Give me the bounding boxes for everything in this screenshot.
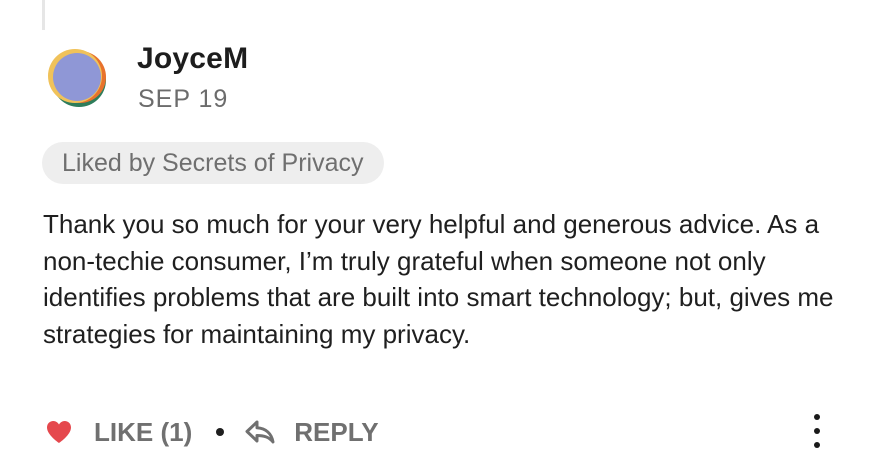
separator-dot: [216, 428, 225, 436]
liked-by-label: Liked by Secrets of Privacy: [62, 148, 364, 177]
like-label: LIKE (1): [94, 416, 193, 447]
liked-by-badge: Liked by Secrets of Privacy: [42, 142, 384, 184]
comment-date: SEP 19: [138, 85, 229, 113]
more-vertical-icon[interactable]: [806, 414, 828, 448]
more-dot: [814, 414, 820, 420]
reply-arrow-icon: [244, 417, 278, 447]
heart-icon: [46, 419, 74, 445]
avatar[interactable]: [46, 46, 108, 108]
username[interactable]: JoyceM: [137, 42, 248, 76]
comment-card: JoyceM SEP 19 Liked by Secrets of Privac…: [0, 0, 877, 476]
reply-label: REPLY: [294, 416, 379, 447]
comment-body: Thank you so much for your very helpful …: [43, 209, 834, 349]
thread-line: [42, 0, 45, 30]
reply-button[interactable]: REPLY: [244, 416, 379, 448]
more-dot: [814, 442, 820, 448]
like-button[interactable]: LIKE (1): [46, 417, 192, 448]
more-dot: [814, 428, 820, 434]
comment-actions: LIKE (1) REPLY: [46, 412, 379, 452]
